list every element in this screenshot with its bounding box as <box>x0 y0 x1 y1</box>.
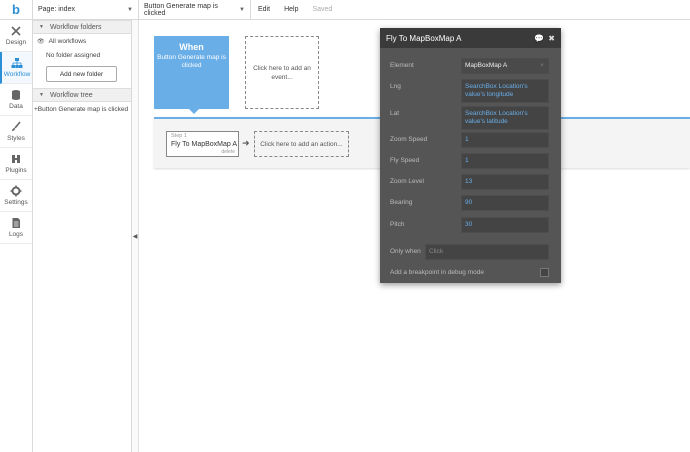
top-bar: b Page: index ▼ Button Generate map is c… <box>0 0 690 20</box>
lng-label: Lng <box>390 83 401 90</box>
chevron-down-icon: ▼ <box>539 63 545 69</box>
zoom-speed-row: Zoom Speed 1 <box>390 132 551 148</box>
menu-edit[interactable]: Edit <box>251 6 277 13</box>
breakpoint-label: Add a breakpoint in debug mode <box>390 269 484 276</box>
nav-workflow[interactable]: Workflow <box>0 52 32 84</box>
chevron-left-icon: ◀ <box>132 233 138 240</box>
menu-help[interactable]: Help <box>277 6 305 13</box>
bearing-label: Bearing <box>390 199 413 206</box>
pitch-row: Pitch 30 <box>390 217 551 233</box>
bubble-logo[interactable]: b <box>0 0 33 20</box>
fly-speed-label: Fly Speed <box>390 157 420 164</box>
step-title: Fly To MapBoxMap A <box>171 141 238 148</box>
arrow-right-icon: ➜ <box>242 138 250 148</box>
event-pointer <box>189 109 199 114</box>
pitch-field[interactable]: 30 <box>461 217 549 233</box>
breakpoint-row: Add a breakpoint in debug mode <box>390 265 551 276</box>
zoom-speed-label: Zoom Speed <box>390 136 428 143</box>
event-when-label: When <box>179 42 204 52</box>
event-block[interactable]: When Button Generate map is clicked <box>154 36 229 109</box>
workflow-select[interactable]: Button Generate map is clicked ▼ <box>139 0 251 20</box>
nav-logs-label: Logs <box>8 231 24 238</box>
triangle-down-icon: ▼ <box>39 92 44 98</box>
zoom-speed-field[interactable]: 1 <box>461 132 549 148</box>
page-select-label: Page: index <box>38 6 75 13</box>
lng-row: Lng SearchBox Location's value's longitu… <box>390 79 551 103</box>
save-status: Saved <box>312 6 333 13</box>
triangle-down-icon: ▼ <box>39 24 44 30</box>
folders-header[interactable]: ▼ Workflow folders <box>33 20 131 34</box>
gear-icon <box>10 185 22 197</box>
fly-speed-row: Fly Speed 1 <box>390 153 551 169</box>
nav-data-label: Data <box>9 103 23 110</box>
zoom-level-label: Zoom Level <box>390 178 424 185</box>
brush-icon <box>12 121 21 131</box>
comment-icon[interactable]: 💬 <box>534 34 544 43</box>
panel-title: Fly To MapBoxMap A <box>386 33 462 43</box>
lat-label: Lat <box>390 110 400 117</box>
lat-row: Lat SearchBox Location's value's latitud… <box>390 106 551 130</box>
nav-design-label: Design <box>5 39 27 46</box>
fly-speed-field[interactable]: 1 <box>461 153 549 169</box>
no-folder-row[interactable]: No folder assigned <box>33 48 131 62</box>
workflow-icon <box>11 58 23 68</box>
element-label: Element <box>390 62 414 69</box>
action-property-panel: Fly To MapBoxMap A 💬 ✖ Element MapBoxMap… <box>380 28 561 283</box>
nav-plugins[interactable]: Plugins <box>0 148 32 180</box>
all-workflows-label: All workflows <box>48 37 87 45</box>
zoom-level-field[interactable]: 13 <box>461 174 549 190</box>
pitch-label: Pitch <box>390 221 405 228</box>
document-icon <box>12 218 20 228</box>
no-folder-label: No folder assigned <box>46 51 101 59</box>
nav-settings-label: Settings <box>4 199 28 206</box>
page-select[interactable]: Page: index ▼ <box>33 0 139 20</box>
lat-field[interactable]: SearchBox Location's value's latitude <box>461 106 549 130</box>
nav-design[interactable]: Design <box>0 20 32 52</box>
zoom-level-row: Zoom Level 13 <box>390 174 551 190</box>
all-workflows-row[interactable]: 👁 All workflows <box>33 34 131 48</box>
workflow-select-label: Button Generate map is clicked <box>144 2 218 17</box>
breakpoint-checkbox[interactable] <box>540 268 549 277</box>
add-folder-button[interactable]: Add new folder <box>46 66 117 82</box>
bearing-field[interactable]: 90 <box>461 195 549 211</box>
add-action-button[interactable]: Click here to add an action... <box>254 131 349 157</box>
nav-settings[interactable]: Settings <box>0 180 32 212</box>
step-number: Step 1 <box>171 133 187 139</box>
eye-icon[interactable]: 👁 <box>37 38 45 45</box>
event-name: Button Generate map is clicked <box>157 54 226 69</box>
only-when-field[interactable]: Click <box>425 244 549 260</box>
nav-logs[interactable]: Logs <box>0 212 32 244</box>
nav-styles[interactable]: Styles <box>0 116 32 148</box>
tree-item-label: +Button Generate map is clicked <box>34 105 129 113</box>
element-dropdown[interactable]: MapBoxMap A ▼ <box>461 58 549 74</box>
close-icon[interactable]: ✖ <box>548 34 555 43</box>
chevron-down-icon: ▼ <box>127 6 133 13</box>
add-event-button[interactable]: Click here to add an event... <box>245 36 319 109</box>
element-value: MapBoxMap A <box>465 62 508 69</box>
design-icon <box>11 26 21 36</box>
only-when-row: Only when Click <box>390 244 551 260</box>
left-nav: Design Workflow Data Styles Plugins Sett… <box>0 20 33 452</box>
plug-icon <box>12 155 20 163</box>
tree-header[interactable]: ▼ Workflow tree <box>33 88 131 102</box>
panel-collapse-handle[interactable]: ◀ <box>132 20 139 452</box>
bearing-row: Bearing 90 <box>390 195 551 211</box>
nav-workflow-label: Workflow <box>3 71 31 78</box>
lng-field[interactable]: SearchBox Location's value's longitude <box>461 79 549 103</box>
folders-header-label: Workflow folders <box>49 23 102 31</box>
nav-data[interactable]: Data <box>0 84 32 116</box>
nav-styles-label: Styles <box>7 135 25 142</box>
step-block[interactable]: Step 1 Fly To MapBoxMap A delete <box>166 131 239 157</box>
only-when-label: Only when <box>390 248 421 255</box>
panel-header[interactable]: Fly To MapBoxMap A 💬 ✖ <box>380 28 561 48</box>
tree-item[interactable]: +Button Generate map is clicked <box>33 102 131 116</box>
database-icon <box>12 90 20 100</box>
nav-plugins-label: Plugins <box>5 167 27 174</box>
element-row: Element MapBoxMap A ▼ <box>390 58 551 74</box>
tree-header-label: Workflow tree <box>49 91 93 99</box>
chevron-down-icon: ▼ <box>239 6 245 13</box>
step-delete-link[interactable]: delete <box>221 149 235 155</box>
workflow-side-panel: ▼ Workflow folders 👁 All workflows No fo… <box>33 20 132 452</box>
